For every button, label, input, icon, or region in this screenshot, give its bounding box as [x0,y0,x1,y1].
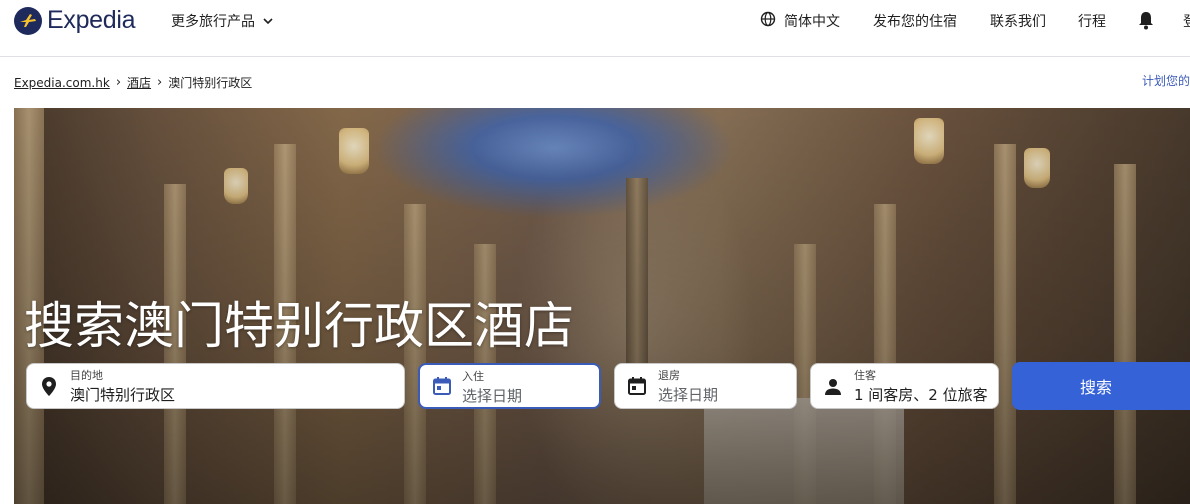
more-travel-label: 更多旅行产品 [171,14,255,30]
location-pin-icon [39,376,59,402]
chevron-right-icon: › [115,75,122,90]
contact-link[interactable]: 联系我们 [990,11,1046,31]
guests-label: 住客 [854,369,876,382]
expedia-logo-icon [14,6,42,35]
brand-name: Expedia [47,6,136,34]
plan-trip-link[interactable]: 计划您的 [1142,72,1190,89]
destination-value: 澳门特别行政区 [70,386,176,404]
top-header: Expedia 更多旅行产品 简体中文 发布您的住宿 联系我们 行程 登 [0,0,1190,57]
globe-icon [760,11,776,31]
check-out-placeholder: 选择日期 [658,386,719,404]
destination-label: 目的地 [70,369,103,382]
breadcrumb-current: 澳门特别行政区 [168,76,253,90]
check-out-field[interactable]: 退房 选择日期 [614,363,797,409]
more-travel-menu[interactable]: 更多旅行产品 [171,11,273,31]
chevron-right-icon: › [157,75,163,90]
person-icon [823,377,843,401]
list-property-link[interactable]: 发布您的住宿 [873,11,957,31]
check-in-label: 入住 [462,370,484,383]
check-out-label: 退房 [658,369,680,382]
page-title: 搜索澳门特别行政区酒店 [24,297,574,355]
check-in-field[interactable]: 入住 选择日期 [418,363,601,409]
trips-link[interactable]: 行程 [1078,11,1106,31]
breadcrumb-hotels-link[interactable]: 酒店 [127,74,151,91]
sign-in-link[interactable]: 登 [1183,11,1190,31]
language-selector[interactable]: 简体中文 [760,11,840,31]
guests-value: 1 间客房、2 位旅客 [854,386,988,404]
destination-field[interactable]: 目的地 澳门特别行政区 [26,363,405,409]
check-in-placeholder: 选择日期 [462,387,523,405]
calendar-icon [432,376,452,400]
expedia-logo[interactable]: Expedia [14,6,136,35]
breadcrumb: Expedia.com.hk › 酒店 › 澳门特别行政区 [14,74,252,91]
breadcrumb-home-link[interactable]: Expedia.com.hk [14,76,110,90]
chevron-down-icon [263,13,273,29]
calendar-icon [627,376,647,400]
language-label: 简体中文 [784,14,840,30]
search-button[interactable]: 搜索 [1012,362,1190,410]
bell-icon[interactable] [1137,10,1155,30]
guests-field[interactable]: 住客 1 间客房、2 位旅客 [810,363,999,409]
